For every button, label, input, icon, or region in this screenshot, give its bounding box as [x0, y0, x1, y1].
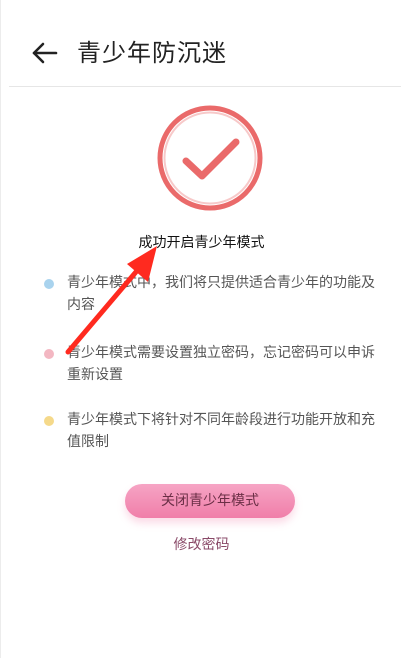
header-divider [9, 86, 401, 87]
change-password-link[interactable]: 修改密码 [1, 534, 401, 554]
success-message: 成功开启青少年模式 [138, 235, 265, 251]
tip-text: 青少年模式中，我们将只提供适合青少年的功能及内容 [67, 275, 375, 313]
page-title: 青少年防沉迷 [77, 39, 227, 67]
back-arrow-icon [32, 42, 58, 64]
youth-mode-page: 青少年防沉迷 成功开启青少年模式 青少年模式中，我们将只提供适合青少年的功能及内… [0, 0, 401, 658]
tip-dot-pink [44, 349, 54, 359]
tip-dot-blue [44, 279, 54, 289]
header: 青少年防沉迷 [1, 0, 401, 86]
tip-text: 青少年模式需要设置独立密码，忘记密码可以申诉重新设置 [67, 345, 375, 383]
tip-dot-yellow [44, 416, 54, 426]
tip-text: 青少年模式下将针对不同年龄段进行功能开放和充值限制 [67, 412, 375, 450]
annotation-arrow-icon [65, 246, 157, 355]
back-button[interactable] [27, 36, 61, 70]
success-check-icon [157, 105, 263, 211]
close-youth-mode-button[interactable]: 关闭青少年模式 [125, 484, 295, 518]
